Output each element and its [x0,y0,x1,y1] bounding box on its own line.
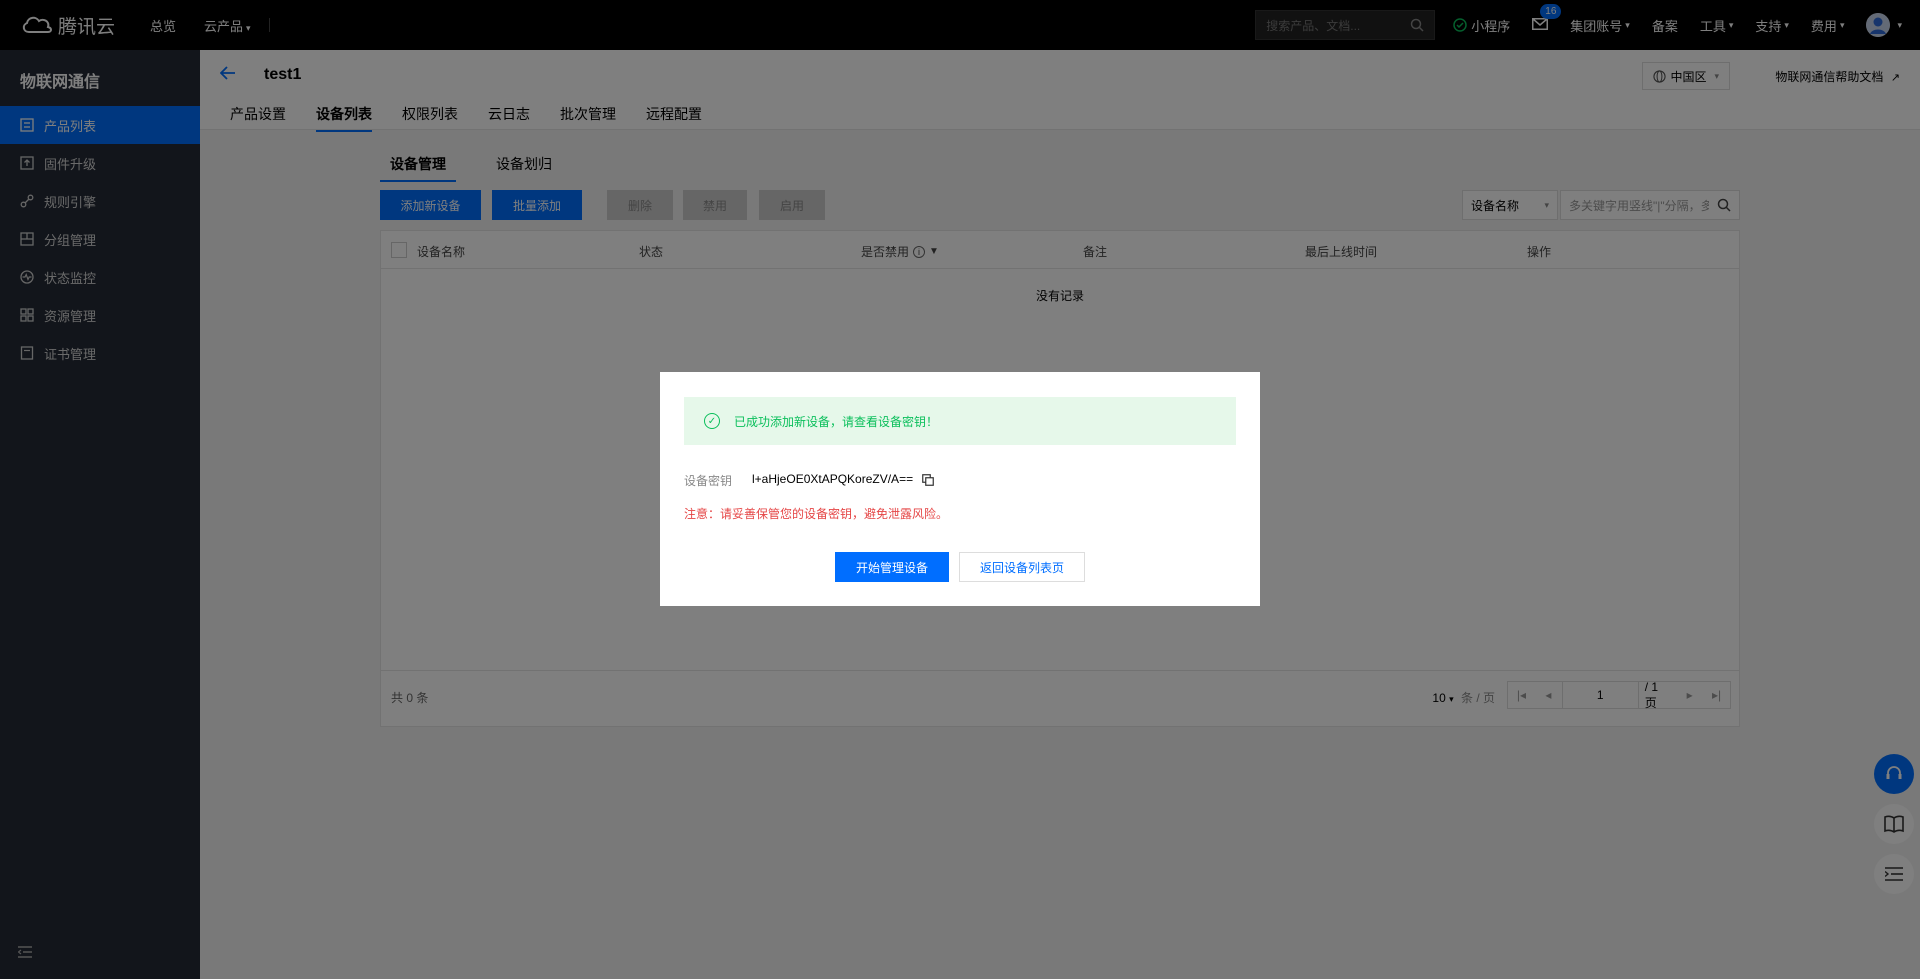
back-to-device-list-button[interactable]: 返回设备列表页 [959,552,1085,582]
device-key-dialog: ✓ 已成功添加新设备，请查看设备密钥！ 设备密钥 l+aHjeOE0XtAPQK… [660,372,1260,606]
device-key-label: 设备密钥 [684,474,733,488]
success-check-icon: ✓ [704,413,720,429]
copy-icon[interactable] [922,474,934,486]
device-key-value: l+aHjeOE0XtAPQKoreZV/A== [752,472,914,486]
start-manage-device-button[interactable]: 开始管理设备 [835,552,949,582]
success-message: 已成功添加新设备，请查看设备密钥！ [734,414,939,429]
success-alert: ✓ 已成功添加新设备，请查看设备密钥！ [684,397,1236,445]
warning-text: 注意：请妥善保管您的设备密钥，避免泄露风险。 [684,507,949,521]
